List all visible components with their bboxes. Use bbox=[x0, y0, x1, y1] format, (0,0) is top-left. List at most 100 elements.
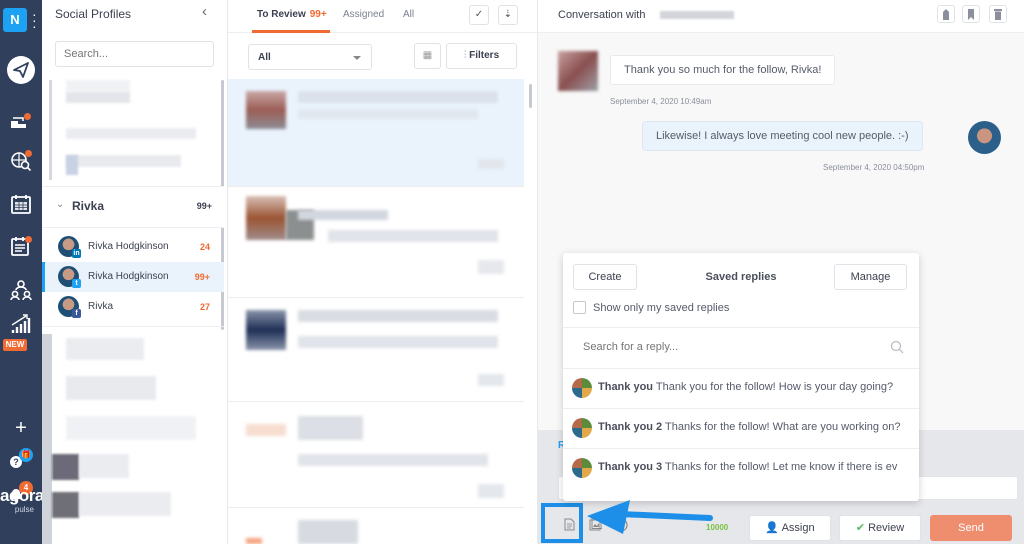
saved-reply-item[interactable]: Thank you 3 Thanks for the follow! Let m… bbox=[563, 448, 919, 487]
caret-down-icon bbox=[353, 56, 361, 60]
review-button[interactable]: ✔ Review bbox=[839, 515, 921, 541]
reports-new-badge: NEW bbox=[3, 339, 27, 351]
nav-rail: N · · · NEW + ? 🎁 4 agora pulse bbox=[0, 0, 42, 544]
checkmark-icon: ✔ bbox=[855, 522, 866, 534]
blurred-avatar bbox=[246, 310, 286, 350]
inbox-notification-dot bbox=[24, 113, 31, 120]
listening-nav-icon[interactable] bbox=[0, 146, 42, 176]
add-icon[interactable]: + bbox=[0, 413, 42, 443]
profile-search-input[interactable] bbox=[55, 41, 214, 67]
blurred-profile-row bbox=[66, 376, 156, 400]
saved-reply-name: Thank you bbox=[598, 381, 654, 393]
tab-to-review[interactable]: To Review 99+ bbox=[257, 9, 327, 20]
filter-select-value: All bbox=[258, 52, 271, 63]
blurred-profile-row bbox=[66, 338, 144, 360]
blurred-profile-avatar bbox=[52, 454, 79, 480]
scheduled-notification-dot bbox=[25, 236, 32, 243]
saved-reply-text: Thank you 2 Thanks for the follow! What … bbox=[598, 421, 900, 433]
calendar-filter-button[interactable]: ▦ bbox=[414, 43, 441, 69]
inbox-nav-icon[interactable] bbox=[0, 107, 42, 137]
group-name: Rivka bbox=[72, 199, 105, 213]
blurred-profile-row bbox=[66, 80, 130, 92]
manage-replies-button[interactable]: Manage bbox=[834, 264, 907, 290]
inbox-tabs: To Review 99+ Assigned All ✓ ⇣ bbox=[228, 0, 538, 33]
message-row[interactable] bbox=[228, 512, 524, 544]
chevron-down-icon: ⌄ bbox=[56, 199, 65, 210]
left-scroll-track bbox=[42, 334, 52, 544]
blurred-text bbox=[298, 454, 488, 466]
divider bbox=[563, 327, 919, 328]
app-window: N · · · NEW + ? 🎁 4 agora pulse Social P… bbox=[0, 0, 1024, 544]
blurred-text bbox=[298, 210, 388, 220]
gift-icon[interactable]: 🎁 bbox=[19, 448, 33, 462]
message-row[interactable] bbox=[228, 404, 524, 508]
tab-label: To Review bbox=[257, 9, 306, 20]
team-nav-icon[interactable] bbox=[0, 275, 42, 305]
calendar-nav-icon[interactable] bbox=[0, 189, 42, 219]
blurred-contact-name bbox=[660, 11, 734, 19]
saved-reply-body: Thanks for the follow! What are you work… bbox=[665, 421, 901, 433]
profile-count: 27 bbox=[199, 302, 210, 312]
reply-search-input[interactable] bbox=[583, 341, 883, 353]
blurred-text bbox=[478, 374, 504, 386]
profile-count: 99+ bbox=[194, 272, 210, 282]
logo-subtitle: pulse bbox=[14, 505, 34, 514]
collapse-panel-icon[interactable]: ‹ bbox=[202, 3, 207, 20]
incoming-message: Thank you so much for the follow, Rivka! bbox=[610, 55, 836, 85]
my-avatar bbox=[968, 121, 1001, 154]
facebook-icon: f bbox=[72, 309, 81, 318]
user-icon: 👤 bbox=[765, 522, 780, 534]
message-row[interactable] bbox=[228, 298, 524, 402]
scheduled-nav-icon[interactable] bbox=[0, 231, 42, 261]
blurred-text bbox=[298, 416, 363, 440]
blurred-profile-row bbox=[66, 92, 130, 103]
blurred-text bbox=[298, 91, 498, 103]
listening-notification-dot bbox=[25, 150, 32, 157]
sliders-icon: ⫶ bbox=[463, 50, 467, 61]
publishing-nav-icon[interactable] bbox=[0, 55, 42, 85]
message-timestamp: September 4, 2020 10:49am bbox=[610, 97, 712, 106]
profile-item-linkedin[interactable]: in Rivka Hodgkinson 24 bbox=[42, 232, 224, 262]
message-row[interactable] bbox=[228, 190, 524, 298]
blurred-profile-row bbox=[66, 155, 181, 167]
inbox-list-panel: To Review 99+ Assigned All ✓ ⇣ All ▦ ⫶ Fi… bbox=[228, 0, 538, 544]
linkedin-icon: in bbox=[72, 249, 81, 258]
profile-item-twitter[interactable]: t Rivka Hodgkinson 99+ bbox=[42, 262, 224, 292]
saved-replies-icon[interactable] bbox=[561, 518, 577, 534]
message-row[interactable] bbox=[228, 79, 524, 187]
profile-name: Rivka Hodgkinson bbox=[88, 271, 169, 282]
profile-group-rivka[interactable]: ⌄ Rivka 99+ bbox=[42, 186, 224, 228]
assign-button[interactable]: 👤 Assign bbox=[749, 515, 831, 541]
saved-reply-item[interactable]: Thank you Thank you for the follow! How … bbox=[563, 368, 919, 407]
filter-select[interactable]: All bbox=[248, 44, 372, 70]
saved-reply-name: Thank you 2 bbox=[598, 421, 663, 433]
bookmark-icon[interactable] bbox=[962, 5, 980, 23]
sort-icon[interactable]: ⇣ bbox=[498, 5, 518, 25]
tab-assigned[interactable]: Assigned bbox=[343, 9, 384, 20]
workspace-button[interactable]: N bbox=[3, 8, 27, 32]
contact-avatar bbox=[558, 51, 598, 91]
outgoing-message: Likewise! I always love meeting cool new… bbox=[642, 121, 923, 151]
inbox-scrollbar[interactable] bbox=[529, 84, 532, 108]
reports-nav-icon[interactable] bbox=[0, 309, 42, 339]
conversation-header: Conversation with bbox=[538, 0, 1024, 33]
only-mine-checkbox[interactable] bbox=[573, 301, 586, 314]
saved-reply-item[interactable]: Thank you 2 Thanks for the follow! What … bbox=[563, 408, 919, 447]
profile-item-facebook[interactable]: f Rivka 27 bbox=[42, 292, 224, 322]
tab-all[interactable]: All bbox=[403, 9, 414, 20]
send-button[interactable]: Send bbox=[930, 515, 1012, 541]
blurred-avatar bbox=[246, 196, 286, 240]
trash-icon[interactable] bbox=[989, 5, 1007, 23]
blurred-avatar bbox=[246, 424, 286, 436]
workspace-menu-icon[interactable]: · · · bbox=[32, 7, 37, 33]
profile-count: 24 bbox=[199, 242, 210, 252]
agorapulse-logo: agora bbox=[0, 486, 42, 505]
tag-icon[interactable] bbox=[937, 5, 955, 23]
reply-author-avatar bbox=[572, 418, 592, 438]
filters-button[interactable]: ⫶ Filters bbox=[446, 43, 517, 69]
check-icon[interactable]: ✓ bbox=[469, 5, 489, 25]
reply-author-avatar bbox=[572, 378, 592, 398]
filters-label: Filters bbox=[469, 50, 500, 61]
profile-name: Rivka bbox=[88, 301, 114, 312]
blurred-text bbox=[478, 159, 504, 169]
